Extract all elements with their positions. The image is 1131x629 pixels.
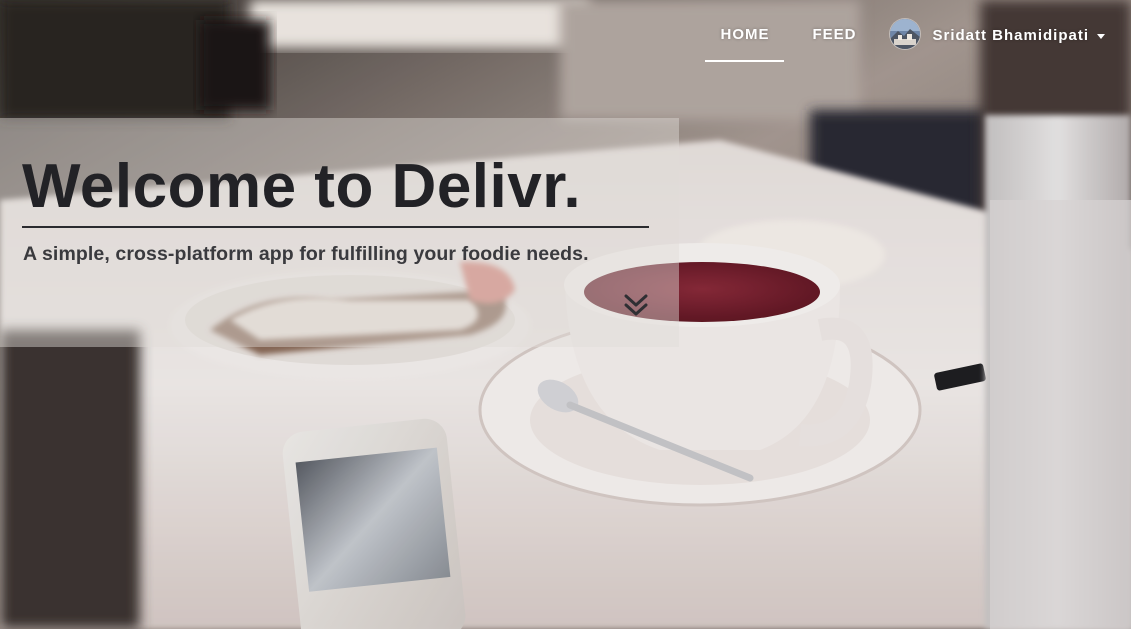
nav-feed-link[interactable]: FEED [790, 0, 878, 62]
top-nav: HOME FEED Sridatt Bhamidipati [705, 0, 1131, 62]
user-menu-dropdown[interactable]: Sridatt Bhamidipati [890, 0, 1131, 70]
caret-down-icon [1097, 33, 1105, 39]
hero-panel: Welcome to Delivr. A simple, cross-platf… [0, 118, 679, 347]
nav-home-link[interactable]: HOME [705, 0, 785, 62]
user-name: Sridatt Bhamidipati [932, 26, 1089, 44]
hero-divider [22, 226, 649, 228]
hero-subtitle: A simple, cross-platform app for fulfill… [23, 243, 589, 265]
page: HOME FEED Sridatt Bhamidipati Welcome to… [0, 0, 1131, 629]
hero-title: Welcome to Delivr. [22, 152, 582, 221]
double-chevron-down-icon[interactable] [622, 290, 650, 320]
user-avatar [890, 19, 921, 49]
